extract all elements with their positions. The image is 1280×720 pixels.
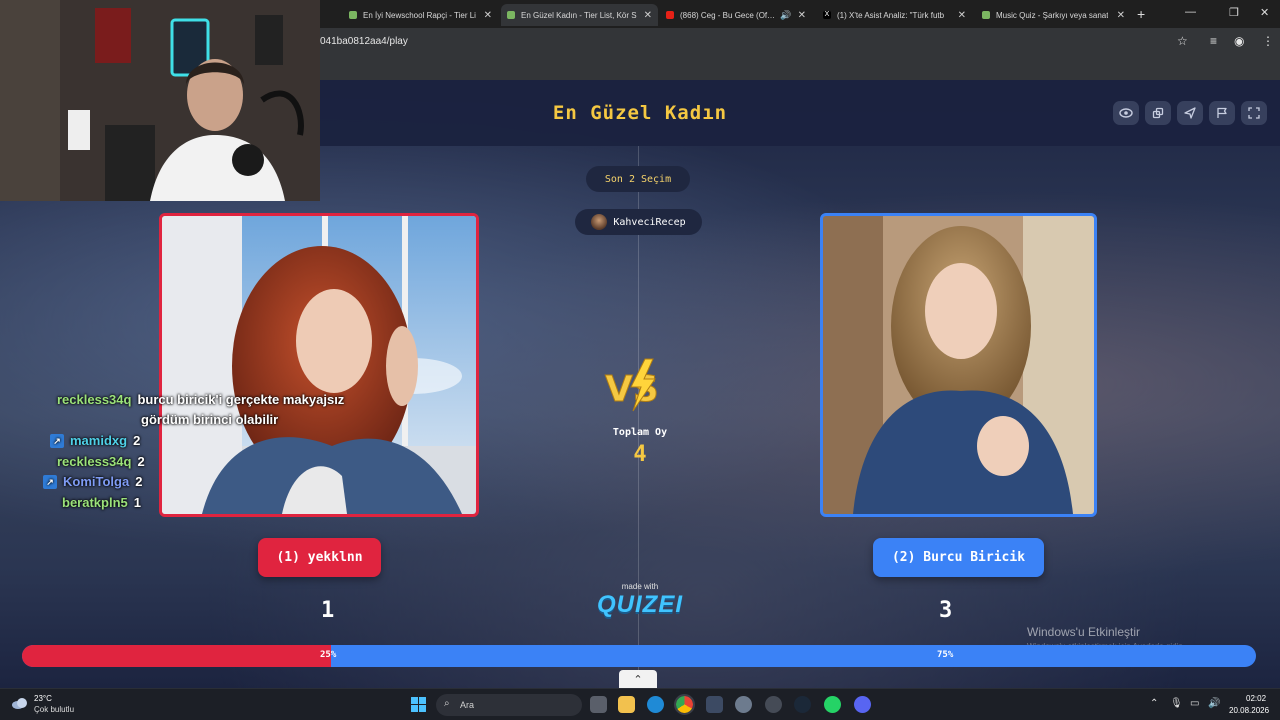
close-tab-icon[interactable]: ✕: [638, 10, 652, 21]
media-controls-icon[interactable]: ≡: [1210, 34, 1217, 48]
chat-text: 2: [137, 454, 145, 469]
tab-x[interactable]: X (1) X'te Asist Analiz: "Türk futb ✕: [817, 4, 972, 26]
speaker-icon[interactable]: 🔊: [780, 10, 791, 21]
chat-message: reckless34q 2: [57, 454, 145, 469]
chat-message: ↗ KomiTolga 2: [43, 474, 142, 489]
steam-icon[interactable]: [794, 696, 811, 713]
weather-description[interactable]: Çok bulutlu: [34, 705, 74, 714]
chat-message: reckless34q burcu biricik'i gerçekte mak…: [57, 392, 344, 407]
svg-text:VS: VS: [605, 369, 659, 410]
chrome-icon[interactable]: [674, 694, 695, 715]
prime-badge-icon: ↗: [50, 434, 64, 448]
obs-icon[interactable]: [765, 696, 782, 713]
bookmark-star-icon[interactable]: ☆: [1177, 34, 1188, 48]
x-logo-icon: X: [823, 11, 831, 19]
windows-activation-title: Windows'u Etkinleştir: [1027, 625, 1140, 639]
left-vote-percent: 25%: [320, 650, 337, 660]
discord-icon[interactable]: [854, 696, 871, 713]
close-tab-icon[interactable]: ✕: [952, 10, 966, 21]
webcam-feed: [0, 0, 320, 201]
store-icon[interactable]: [706, 696, 723, 713]
restore-icon[interactable]: ❐: [1229, 6, 1239, 19]
chat-username: beratkpln5: [62, 495, 128, 510]
close-tab-icon[interactable]: ✕: [478, 10, 492, 21]
flag-icon[interactable]: [1209, 101, 1235, 125]
edge-icon[interactable]: [647, 696, 664, 713]
search-icon: ⌕: [444, 698, 450, 709]
chevron-up-icon[interactable]: ⌃: [619, 670, 657, 688]
menu-icon[interactable]: ⋮: [1262, 34, 1274, 48]
right-candidate-card[interactable]: [820, 213, 1097, 517]
close-tab-icon[interactable]: ✕: [1111, 10, 1125, 21]
made-with-label: made with: [621, 582, 659, 591]
task-view-icon[interactable]: [590, 696, 607, 713]
search-placeholder: Ara: [460, 700, 475, 710]
left-candidate-photo: [162, 216, 476, 514]
send-icon[interactable]: [1177, 101, 1203, 125]
chat-username: mamidxg: [70, 433, 128, 448]
chat-message: ↗ mamidxg 2: [50, 433, 140, 448]
chat-text: 1: [133, 495, 141, 510]
host-avatar: [591, 214, 608, 230]
volume-icon[interactable]: 🔊: [1208, 698, 1220, 709]
host-name: KahveciRecep: [613, 216, 686, 228]
close-window-icon[interactable]: ✕: [1260, 6, 1269, 19]
left-vote-fill: [22, 645, 331, 667]
chat-message: beratkpln5 1: [62, 495, 141, 510]
clock-date[interactable]: 20.08.2026: [1229, 706, 1269, 715]
chat-username: reckless34q: [57, 392, 132, 407]
whatsapp-icon[interactable]: [824, 696, 841, 713]
url-field[interactable]: 041ba0812aa4/play: [320, 36, 408, 47]
chat-username: KomiTolga: [63, 474, 130, 489]
chat-text: 2: [135, 474, 143, 489]
minimize-icon[interactable]: —: [1185, 6, 1196, 18]
site-favicon-icon: [349, 11, 357, 19]
close-tab-icon[interactable]: ✕: [792, 10, 806, 21]
round-badge: Son 2 Seçim: [586, 166, 690, 192]
new-tab-icon[interactable]: +: [1137, 6, 1145, 22]
right-candidate-photo: [823, 216, 1094, 514]
tab-music-quiz[interactable]: Music Quiz - Şarkıyı veya sanat ✕: [976, 4, 1131, 26]
profile-icon[interactable]: ◉: [1234, 34, 1244, 48]
left-candidate-card[interactable]: [159, 213, 479, 517]
microphone-icon[interactable]: 🎙: [1170, 698, 1183, 709]
weather-temperature[interactable]: 23°C: [34, 694, 52, 703]
host-badge: KahveciRecep: [575, 209, 702, 235]
windows-start-icon[interactable]: [410, 696, 427, 713]
share-icon[interactable]: [1145, 101, 1171, 125]
youtube-icon: [666, 11, 674, 19]
windows-taskbar: 23°C Çok bulutlu ⌕ Ara ⌃ 🎙 ▭ 🔊 02:02 20.…: [0, 688, 1280, 720]
streamer-webcam: [0, 0, 320, 201]
choice-2-button[interactable]: (2) Burcu Biricik: [873, 538, 1044, 577]
tab-youtube[interactable]: (868) Ceg - Bu Gece (Official 🔊 ✕: [660, 4, 812, 26]
eye-icon[interactable]: [1113, 101, 1139, 125]
right-vote-percent: 75%: [937, 650, 954, 660]
chat-message-continuation: gördüm birinci olabilir: [141, 412, 278, 427]
quizei-logo[interactable]: QUIZEI: [0, 591, 1280, 619]
fullscreen-icon[interactable]: [1241, 101, 1267, 125]
display-icon[interactable]: ▭: [1190, 698, 1199, 709]
clock-time[interactable]: 02:02: [1246, 694, 1266, 703]
vote-progress-bar: 25% 75%: [22, 645, 1256, 667]
tab-newschool[interactable]: En İyi Newschool Rapçi - Tier Li ✕: [343, 4, 498, 26]
total-votes-label: Toplam Oy: [612, 427, 668, 438]
site-favicon-icon: [507, 11, 515, 19]
taskbar-search[interactable]: ⌕ Ara: [436, 694, 582, 716]
site-favicon-icon: [982, 11, 990, 19]
chat-text: burcu biricik'i gerçekte makyajsız: [137, 392, 345, 407]
file-explorer-icon[interactable]: [618, 696, 635, 713]
cloud-icon[interactable]: [11, 696, 29, 710]
total-votes-value: 4: [633, 442, 647, 467]
chat-text: 2: [133, 433, 141, 448]
prime-badge-icon: ↗: [43, 475, 57, 489]
chevron-up-icon[interactable]: ⌃: [1150, 698, 1158, 709]
versus-icon: VS: [605, 358, 659, 412]
chat-username: reckless34q: [57, 454, 132, 469]
choice-1-button[interactable]: (1) yekklnn: [258, 538, 381, 577]
settings-gear-icon[interactable]: [735, 696, 752, 713]
chat-text: gördüm birinci olabilir: [141, 412, 279, 427]
tab-en-guzel-kadin[interactable]: En Güzel Kadın - Tier List, Kör S ✕: [501, 4, 658, 26]
